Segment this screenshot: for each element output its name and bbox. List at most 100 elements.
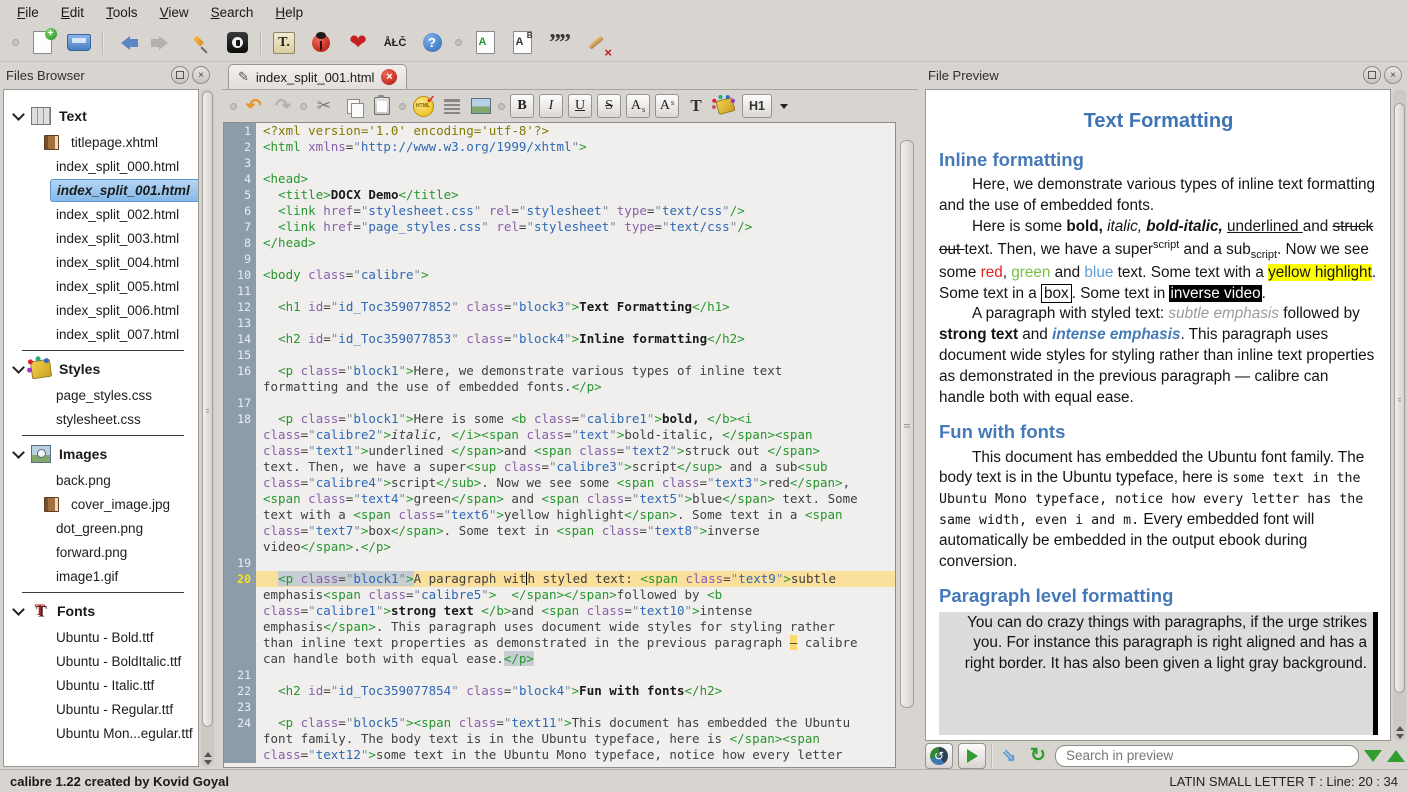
file-item[interactable]: Ubuntu - Regular.ttf xyxy=(4,697,198,721)
fix-html-button[interactable]: HTML✓ xyxy=(411,94,435,118)
scrollbar-thumb[interactable] xyxy=(1394,103,1405,693)
scrollbar-thumb[interactable] xyxy=(900,140,914,708)
code-line[interactable]: 17 xyxy=(224,395,895,411)
close-panel-button[interactable]: × xyxy=(192,66,210,84)
color-scheme-button[interactable] xyxy=(713,94,737,118)
menu-item-tools[interactable]: Tools xyxy=(95,2,149,23)
back-button[interactable] xyxy=(112,29,140,57)
close-panel-button[interactable]: × xyxy=(1384,66,1402,84)
files-section-images[interactable]: Images xyxy=(4,440,198,468)
file-item[interactable]: index_split_003.html xyxy=(4,226,198,250)
code-line[interactable]: class="calibre1">strong text </b>and <sp… xyxy=(224,603,895,619)
scroll-down-icon[interactable] xyxy=(1396,734,1404,739)
sync-position-button[interactable]: ⇘ xyxy=(997,744,1021,768)
files-section-fonts[interactable]: TFonts xyxy=(4,597,198,625)
new-file-button[interactable]: + xyxy=(28,29,56,57)
heading-style-dropdown[interactable]: H1 xyxy=(742,94,772,118)
auto-reload-button[interactable]: ↺ xyxy=(925,743,953,769)
code-line[interactable]: 1<?xml version='1.0' encoding='utf-8'?> xyxy=(224,123,895,139)
redo-button[interactable]: ↷ xyxy=(271,94,295,118)
float-panel-button[interactable] xyxy=(171,66,189,84)
tab-index-split-001[interactable]: ✎ index_split_001.html × xyxy=(228,64,407,89)
calibre-button[interactable] xyxy=(223,29,251,57)
scroll-up-icon[interactable] xyxy=(204,752,212,757)
save-button[interactable] xyxy=(65,29,93,57)
files-section-styles[interactable]: Styles xyxy=(4,355,198,383)
code-line[interactable]: 11 xyxy=(224,283,895,299)
code-line[interactable]: 8</head> xyxy=(224,235,895,251)
file-item[interactable]: stylesheet.css xyxy=(4,407,198,431)
file-item[interactable]: index_split_000.html xyxy=(4,154,198,178)
code-line[interactable]: 12 <h1 id="id_Toc359077852" class="block… xyxy=(224,299,895,315)
file-item[interactable]: index_split_007.html xyxy=(4,322,198,346)
file-item[interactable]: index_split_001.html xyxy=(4,178,198,202)
float-panel-button[interactable] xyxy=(1363,66,1381,84)
cut-button[interactable]: ✂ xyxy=(312,94,336,118)
copy-button[interactable] xyxy=(341,94,365,118)
file-item[interactable]: forward.png xyxy=(4,540,198,564)
code-line[interactable]: 2<html xmlns="http://www.w3.org/1999/xht… xyxy=(224,139,895,155)
code-line[interactable]: class="text7">box</span>. Some text in <… xyxy=(224,523,895,539)
files-scrollbar[interactable] xyxy=(201,89,214,767)
insert-special-character-button[interactable]: T xyxy=(684,94,708,118)
strikethrough-button[interactable]: S xyxy=(597,94,621,118)
undo-button[interactable]: ↶ xyxy=(242,94,266,118)
find-previous-icon[interactable] xyxy=(1387,750,1405,762)
code-line[interactable]: 22 <h2 id="id_Toc359077854" class="block… xyxy=(224,683,895,699)
code-line[interactable]: can handle both with equal ease.</p> xyxy=(224,651,895,667)
spellcheck-button[interactable]: ÅŁČ xyxy=(381,29,409,57)
code-line[interactable]: 5 <title>DOCX Demo</title> xyxy=(224,187,895,203)
forward-button[interactable] xyxy=(149,29,177,57)
files-tree[interactable]: Texttitlepage.xhtmlindex_split_000.htmli… xyxy=(3,89,199,767)
code-line[interactable]: class="text1">underlined </span>and <spa… xyxy=(224,443,895,459)
menu-item-file[interactable]: File xyxy=(6,2,50,23)
code-line[interactable]: 10<body class="calibre"> xyxy=(224,267,895,283)
code-line[interactable]: 9 xyxy=(224,251,895,267)
superscript-button[interactable]: As xyxy=(655,94,679,118)
code-line[interactable]: class="calibre4">script</sub>. Now we se… xyxy=(224,475,895,491)
code-line[interactable]: text. Then, we have a super<sup class="c… xyxy=(224,459,895,475)
refresh-preview-button[interactable]: ↻ xyxy=(1026,744,1050,768)
code-line[interactable]: emphasis<span class="calibre5"> </span><… xyxy=(224,587,895,603)
code-line[interactable]: 18 <p class="block1">Here is some <b cla… xyxy=(224,411,895,427)
remove-unused-css-button[interactable]: × xyxy=(582,29,610,57)
code-line[interactable]: than inline text properties as demonstra… xyxy=(224,635,895,651)
scroll-up-icon[interactable] xyxy=(1396,726,1404,731)
beautify-button[interactable] xyxy=(440,94,464,118)
scroll-down-icon[interactable] xyxy=(204,760,212,765)
code-line[interactable]: class="calibre2">italic, </i><span class… xyxy=(224,427,895,443)
underline-button[interactable]: U xyxy=(568,94,592,118)
menu-item-help[interactable]: Help xyxy=(264,2,314,23)
code-editor[interactable]: 1<?xml version='1.0' encoding='utf-8'?>2… xyxy=(223,122,896,768)
code-line[interactable]: text with a <span class="text6">yellow h… xyxy=(224,507,895,523)
smarten-punctuation-button[interactable]: ”” xyxy=(545,29,573,57)
run-preview-button[interactable] xyxy=(958,743,986,769)
code-line[interactable]: 23 xyxy=(224,699,895,715)
search-in-preview-input[interactable] xyxy=(1055,745,1359,767)
code-line[interactable]: class="text12">some text in the Ubuntu M… xyxy=(224,747,895,763)
edit-toc-button[interactable]: T. xyxy=(270,29,298,57)
find-next-icon[interactable] xyxy=(1364,750,1382,762)
help-button[interactable]: ? xyxy=(418,29,446,57)
code-line[interactable]: 14 <h2 id="id_Toc359077853" class="block… xyxy=(224,331,895,347)
file-item[interactable]: Ubuntu - Bold.ttf xyxy=(4,625,198,649)
arrange-files-button[interactable]: A xyxy=(471,29,499,57)
file-item[interactable]: Ubuntu Mon...egular.ttf xyxy=(4,721,198,745)
preview-scrollbar[interactable] xyxy=(1393,89,1406,741)
preview-document[interactable]: Text FormattingInline formattingHere, we… xyxy=(925,89,1391,741)
compare-button[interactable]: AB xyxy=(508,29,536,57)
donate-button[interactable]: ❤ xyxy=(344,29,372,57)
file-item[interactable]: index_split_006.html xyxy=(4,298,198,322)
file-item[interactable]: page_styles.css xyxy=(4,383,198,407)
insert-image-button[interactable] xyxy=(469,94,493,118)
file-item[interactable]: index_split_005.html xyxy=(4,274,198,298)
file-item[interactable]: index_split_004.html xyxy=(4,250,198,274)
files-section-text[interactable]: Text xyxy=(4,102,198,130)
file-item[interactable]: cover_image.jpg xyxy=(4,492,198,516)
italic-button[interactable]: I xyxy=(539,94,563,118)
menu-item-view[interactable]: View xyxy=(149,2,200,23)
file-item[interactable]: Ubuntu - BoldItalic.ttf xyxy=(4,649,198,673)
chevron-down-icon[interactable] xyxy=(780,104,788,109)
code-line[interactable]: 4<head> xyxy=(224,171,895,187)
code-line[interactable]: formatting and the use of embedded fonts… xyxy=(224,379,895,395)
